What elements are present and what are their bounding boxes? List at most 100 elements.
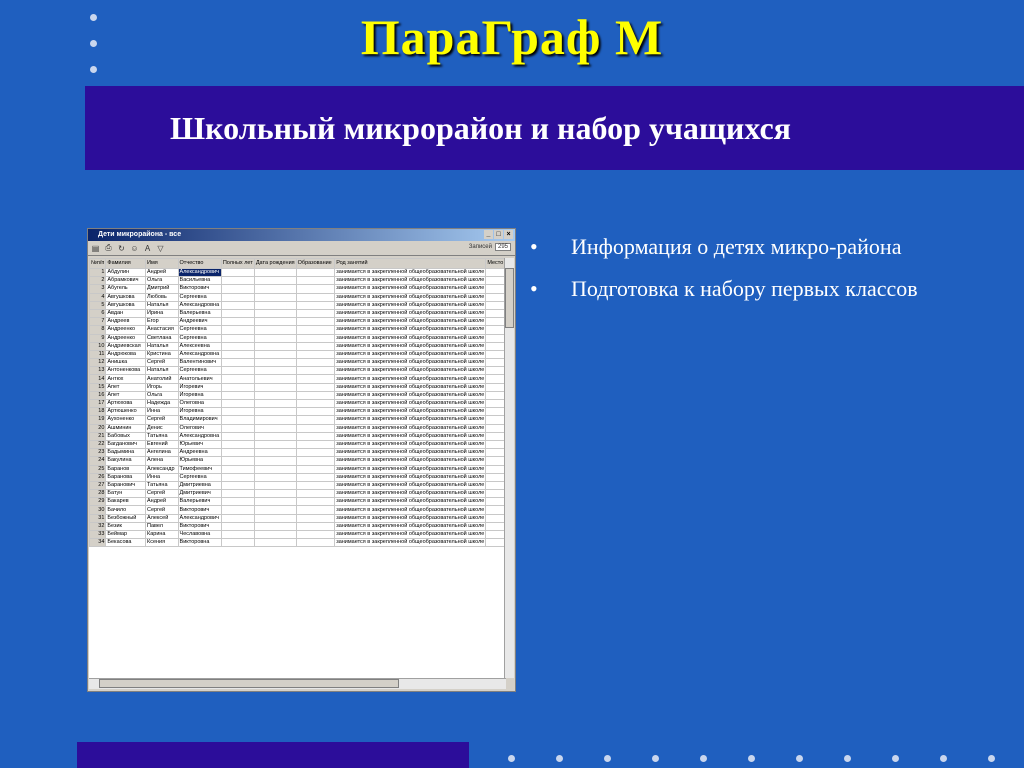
table-cell[interactable]: [485, 456, 506, 466]
table-cell[interactable]: Сергеевна: [177, 472, 222, 482]
table-cell[interactable]: Надежда: [145, 398, 179, 409]
table-row[interactable]: 19 Аухоненко Сергей Владимирович занимается …: [89, 415, 506, 425]
table-cell[interactable]: [253, 267, 297, 278]
table-cell[interactable]: Бабовых: [105, 431, 146, 441]
table-cell[interactable]: занимается в закрепленной общеобразовате…: [334, 513, 487, 523]
filter-icon[interactable]: ▽: [156, 244, 165, 253]
table-cell[interactable]: [253, 398, 297, 409]
table-cell[interactable]: занимается в закрепленной общеобразовате…: [334, 317, 487, 327]
table-cell[interactable]: занимается в закрепленной общеобразовате…: [334, 292, 487, 302]
close-button[interactable]: ×: [504, 230, 513, 239]
column-header[interactable]: Образование: [295, 258, 336, 269]
table-cell[interactable]: [253, 529, 297, 540]
table-cell[interactable]: [295, 341, 336, 351]
table-cell[interactable]: Андреев: [105, 317, 146, 327]
table-cell[interactable]: [485, 292, 506, 302]
table-cell[interactable]: Сергей: [145, 415, 179, 425]
table-cell[interactable]: Викторович: [177, 521, 222, 532]
table-cell[interactable]: Багданович: [105, 439, 146, 450]
table-cell[interactable]: Наталья: [145, 341, 179, 351]
table-cell[interactable]: Бадымина: [105, 448, 146, 458]
text-icon[interactable]: A: [143, 244, 152, 253]
table-cell[interactable]: Александрович: [177, 267, 222, 278]
table-cell[interactable]: [295, 382, 336, 392]
table-cell[interactable]: [295, 317, 336, 327]
table-row[interactable]: 26 Баранова Инна Сергеевна занимается в закр…: [89, 472, 506, 482]
table-cell[interactable]: занимается в закрепленной общеобразовате…: [334, 423, 487, 433]
table-cell[interactable]: Алексеевна: [177, 341, 222, 351]
maximize-button[interactable]: □: [494, 230, 503, 239]
table-cell[interactable]: Ирина: [145, 308, 179, 319]
table-cell[interactable]: Анатолий: [145, 374, 179, 384]
table-cell[interactable]: [220, 538, 255, 548]
table-cell[interactable]: [253, 292, 297, 302]
table-cell[interactable]: [295, 415, 336, 425]
table-cell[interactable]: [295, 325, 336, 335]
table-cell[interactable]: Сергеевна: [177, 333, 222, 343]
table-cell[interactable]: 12: [89, 358, 107, 368]
table-cell[interactable]: [295, 333, 336, 343]
table-cell[interactable]: Андрюкова: [105, 349, 146, 360]
table-cell[interactable]: занимается в закрепленной общеобразовате…: [334, 529, 487, 540]
table-cell[interactable]: Алексей: [145, 513, 179, 523]
table-cell[interactable]: Дмитриевич: [177, 489, 222, 499]
table-cell[interactable]: Юрьевна: [177, 456, 222, 466]
table-cell[interactable]: [220, 448, 255, 458]
table-cell[interactable]: [485, 489, 506, 499]
table-cell[interactable]: [220, 431, 255, 441]
table-cell[interactable]: занимается в закрепленной общеобразовате…: [334, 349, 487, 360]
table-cell[interactable]: [485, 358, 506, 368]
table-cell[interactable]: [253, 415, 297, 425]
table-cell[interactable]: [253, 358, 297, 368]
table-cell[interactable]: 17: [89, 398, 107, 409]
table-cell[interactable]: [253, 480, 297, 491]
table-cell[interactable]: Аухоненко: [105, 415, 146, 425]
table-cell[interactable]: Бачило: [105, 505, 146, 515]
table-cell[interactable]: 18: [89, 407, 107, 417]
table-cell[interactable]: занимается в закрепленной общеобразовате…: [334, 300, 487, 310]
table-cell[interactable]: 2: [89, 276, 107, 286]
table-row[interactable]: 30 Бачило Сергей Викторович занимается в зак…: [89, 505, 506, 515]
table-cell[interactable]: занимается в закрепленной общеобразовате…: [334, 431, 487, 441]
table-row[interactable]: 25 Баранов Александр Тимофеевич занимается в…: [89, 464, 506, 474]
table-cell[interactable]: [253, 431, 297, 441]
table-cell[interactable]: Авгушкова: [105, 292, 146, 302]
table-cell[interactable]: [253, 497, 297, 507]
table-cell[interactable]: [253, 505, 297, 515]
table-cell[interactable]: Авгушкова: [105, 300, 146, 310]
table-cell[interactable]: занимается в закрепленной общеобразовате…: [334, 325, 487, 335]
table-cell[interactable]: занимается в закрепленной общеобразовате…: [334, 472, 487, 482]
table-row[interactable]: 20 Ашминин Денис Олегович занимается в закре…: [89, 423, 506, 433]
table-cell[interactable]: занимается в закрепленной общеобразовате…: [334, 366, 487, 376]
table-cell[interactable]: занимается в закрепленной общеобразовате…: [334, 448, 487, 458]
table-cell[interactable]: Сергей: [145, 358, 179, 368]
table-cell[interactable]: Викторович: [177, 505, 222, 515]
table-row[interactable]: 32 Безик Павел Викторович занимается в закре…: [89, 521, 506, 532]
table-cell[interactable]: Беймар: [105, 529, 146, 540]
horizontal-scrollbar[interactable]: [89, 678, 506, 689]
table-cell[interactable]: занимается в закрепленной общеобразовате…: [334, 308, 487, 319]
column-header[interactable]: Отчество: [177, 258, 222, 269]
table-cell[interactable]: занимается в закрепленной общеобразовате…: [334, 358, 487, 368]
table-row[interactable]: 15 Апет Игорь Игоревич занимается в закрепле…: [89, 382, 506, 392]
table-cell[interactable]: 30: [89, 505, 107, 515]
table-cell[interactable]: [295, 431, 336, 441]
table-cell[interactable]: Артюшенко: [105, 407, 146, 417]
table-cell[interactable]: Викторович: [177, 284, 222, 294]
table-cell[interactable]: [220, 300, 255, 310]
table-cell[interactable]: 8: [89, 325, 107, 335]
table-cell[interactable]: занимается в закрепленной общеобразовате…: [334, 284, 487, 294]
table-cell[interactable]: Владимирович: [177, 415, 222, 425]
table-cell[interactable]: [295, 472, 336, 482]
table-cell[interactable]: 5: [89, 300, 107, 310]
table-cell[interactable]: 32: [89, 521, 107, 532]
table-cell[interactable]: Денис: [145, 423, 179, 433]
table-cell[interactable]: [220, 341, 255, 351]
table-cell[interactable]: [220, 374, 255, 384]
table-cell[interactable]: [253, 472, 297, 482]
data-grid[interactable]: №п/п Фамилия Имя Отчество Полных лет Дата рож…: [89, 258, 506, 678]
table-cell[interactable]: [485, 415, 506, 425]
table-cell[interactable]: [220, 358, 255, 368]
table-cell[interactable]: Андрей: [145, 267, 179, 278]
table-cell[interactable]: 23: [89, 448, 107, 458]
